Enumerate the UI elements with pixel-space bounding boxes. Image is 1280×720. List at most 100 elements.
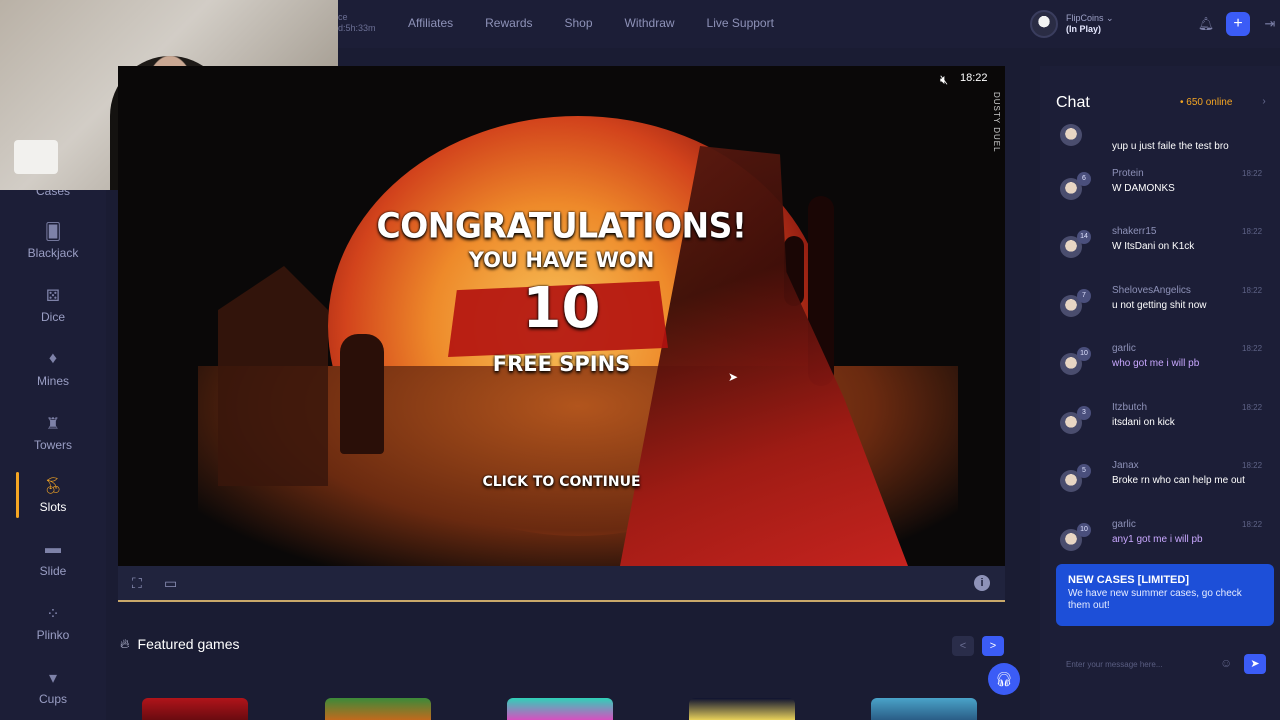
- sidebar-item-label: Slide: [39, 564, 67, 578]
- featured-game-thumbnail[interactable]: [689, 698, 795, 720]
- chat-username[interactable]: Itzbutch: [1112, 402, 1147, 413]
- headset-icon[interactable]: 🎧︎: [988, 663, 1020, 695]
- level-badge: 3: [1077, 406, 1091, 420]
- chat-message-text: u not getting shit now: [1112, 300, 1207, 311]
- sidebar-item-slots[interactable]: 🍒︎ Slots: [0, 476, 106, 514]
- nav-affiliates[interactable]: Affiliates: [408, 16, 453, 30]
- towers-icon: ♜: [45, 416, 61, 433]
- dice-icon: ⚄: [46, 288, 60, 305]
- featured-games-title: Featured games: [137, 636, 240, 652]
- sidebar-item-blackjack[interactable]: 🂠 Blackjack: [0, 222, 106, 260]
- chat-message-text: Broke rn who can help me out: [1112, 475, 1245, 486]
- chat-message-text: any1 got me i will pb: [1112, 534, 1203, 545]
- slide-icon: ▬: [45, 540, 61, 557]
- featured-game-thumbnail[interactable]: [507, 698, 613, 720]
- flame-icon: 🔥︎: [120, 636, 130, 651]
- chat-message: 5 Janax 18:22 Broke rn who can help me o…: [1040, 460, 1280, 510]
- user-profile[interactable]: FlipCoins ⌄ (In Play): [1030, 10, 1114, 38]
- chat-timestamp: 18:22: [1242, 344, 1263, 353]
- send-icon[interactable]: ➤: [1244, 654, 1266, 674]
- slots-icon: 🍒︎: [42, 478, 64, 495]
- level-badge: 5: [1077, 464, 1091, 478]
- sidebar-item-label: Mines: [36, 374, 69, 388]
- click-to-continue-button[interactable]: CLICK TO CONTINUE: [118, 474, 1005, 490]
- announcement-body: We have new summer cases, go check them …: [1068, 588, 1242, 611]
- partial-header-text: ce d:5h:33m: [338, 12, 376, 34]
- avatar[interactable]: [1060, 124, 1082, 146]
- level-badge: 7: [1077, 289, 1091, 303]
- sidebar-item-label: Plinko: [36, 628, 70, 642]
- top-icons: 🔔︎ + ⇥: [1194, 12, 1280, 36]
- sidebar-item-cups[interactable]: ▾ Cups: [0, 668, 106, 706]
- featured-game-thumbnail[interactable]: [871, 698, 977, 720]
- plus-icon[interactable]: +: [1226, 12, 1250, 36]
- user-status: (In Play): [1066, 24, 1102, 34]
- chat-username[interactable]: garlic: [1112, 519, 1136, 530]
- webcam-light: [14, 140, 58, 174]
- chat-message-input[interactable]: [1056, 652, 1274, 676]
- avatar[interactable]: [1030, 10, 1058, 38]
- chat-username[interactable]: Protein: [1112, 168, 1144, 179]
- featured-game-thumbnail[interactable]: [142, 698, 248, 720]
- featured-games-header: 🔥︎ Featured games: [120, 636, 240, 652]
- partial-text-line-1: ce: [338, 12, 348, 22]
- mouse-cursor-icon: ➤: [728, 370, 739, 384]
- chat-message-text: W ItsDani on K1ck: [1112, 241, 1195, 252]
- announcement-card[interactable]: NEW CASES [LIMITED] We have new summer c…: [1056, 564, 1274, 626]
- nav-withdraw[interactable]: Withdraw: [625, 16, 675, 30]
- chevron-right-icon[interactable]: ›: [1256, 94, 1272, 110]
- sidebar-item-mines[interactable]: ♦ Mines: [0, 350, 106, 388]
- chat-timestamp: 18:22: [1242, 169, 1263, 178]
- user-name-text: FlipCoins: [1066, 13, 1104, 23]
- cups-icon: ▾: [48, 670, 58, 687]
- nav-shop[interactable]: Shop: [565, 16, 593, 30]
- game-side-label: DUSTY DUEL: [992, 92, 1001, 153]
- chat-message: 14 shakerr15 18:22 W ItsDani on K1ck: [1040, 226, 1280, 276]
- top-nav: Affiliates Rewards Shop Withdraw Live Su…: [408, 16, 774, 30]
- level-badge: 14: [1077, 230, 1091, 244]
- chat-timestamp: 18:22: [1242, 520, 1263, 529]
- chevron-down-icon[interactable]: ⌄: [1106, 13, 1114, 23]
- chat-username[interactable]: garlic: [1112, 343, 1136, 354]
- user-info: FlipCoins ⌄ (In Play): [1066, 13, 1114, 35]
- chat-message-text: W DAMONKS: [1112, 183, 1175, 194]
- fullscreen-icon[interactable]: ⛶: [132, 575, 142, 592]
- plinko-icon: ⁘: [46, 606, 60, 623]
- chat-panel: Chat • 650 online › yup u just faile the…: [1040, 66, 1280, 720]
- featured-game-thumbnail[interactable]: [325, 698, 431, 720]
- chat-timestamp: 18:22: [1242, 461, 1263, 470]
- info-icon[interactable]: i: [974, 575, 990, 591]
- chat-username[interactable]: shakerr15: [1112, 226, 1156, 237]
- chat-message: 7 ShelovesAngelics 18:22 u not getting s…: [1040, 285, 1280, 335]
- nav-live-support[interactable]: Live Support: [707, 16, 774, 30]
- game-control-bar: ⛶ ▭ i: [118, 566, 1005, 602]
- sidebar-item-label: Blackjack: [27, 246, 79, 260]
- mines-icon: ♦: [48, 350, 58, 367]
- theater-mode-icon[interactable]: ▭: [164, 575, 177, 592]
- sidebar-item-slide[interactable]: ▬ Slide: [0, 540, 106, 578]
- sidebar-item-towers[interactable]: ♜ Towers: [0, 414, 106, 452]
- featured-next-button[interactable]: >: [982, 636, 1004, 656]
- free-spins-text: FREE SPINS: [492, 352, 631, 376]
- logout-icon[interactable]: ⇥: [1258, 12, 1280, 36]
- nav-rewards[interactable]: Rewards: [485, 16, 532, 30]
- level-badge: 10: [1077, 523, 1091, 537]
- chat-message-text: yup u just faile the test bro: [1112, 141, 1229, 152]
- sidebar-item-label: Dice: [40, 310, 65, 324]
- chat-username[interactable]: Janax: [1112, 460, 1139, 471]
- featured-prev-button[interactable]: <: [952, 636, 974, 656]
- sidebar-item-label: Slots: [39, 500, 67, 514]
- bell-icon[interactable]: 🔔︎: [1194, 12, 1218, 36]
- chat-username[interactable]: ShelovesAngelics: [1112, 285, 1191, 296]
- sidebar-item-plinko[interactable]: ⁘ Plinko: [0, 604, 106, 642]
- sidebar-item-dice[interactable]: ⚄ Dice: [0, 286, 106, 324]
- slot-game[interactable]: 🔇︎ 18:22 DUSTY DUEL CONGRATULATIONS! YOU…: [118, 66, 1005, 566]
- emoji-icon[interactable]: ☺: [1220, 656, 1232, 670]
- chat-message: 10 garlic 18:22 any1 got me i will pb: [1040, 519, 1280, 569]
- chat-message-text: itsdani on kick: [1112, 417, 1175, 428]
- spins-count: 10: [522, 276, 601, 341]
- mute-icon[interactable]: 🔇︎: [940, 72, 948, 88]
- chat-timestamp: 18:22: [1242, 403, 1263, 412]
- sidebar-item-label: Towers: [33, 438, 72, 452]
- partial-text-line-2: d:5h:33m: [338, 23, 376, 33]
